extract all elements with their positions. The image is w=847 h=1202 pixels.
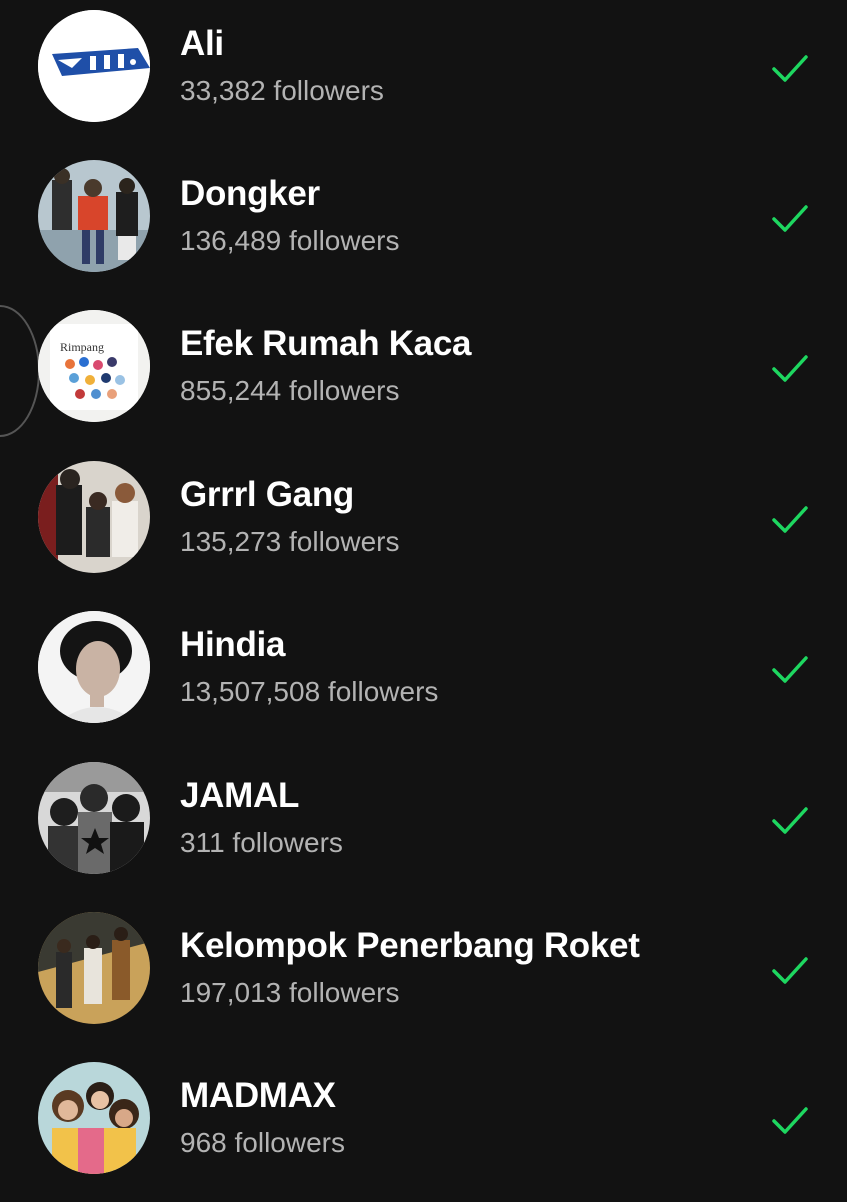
checkmark-icon[interactable] [770, 950, 810, 990]
follower-count: 855,244 followers [180, 375, 400, 406]
follower-count: 968 followers [180, 1127, 345, 1158]
follower-count: 311 followers [180, 827, 343, 858]
list-item-efek-rumah-kaca[interactable]: Rimpang Efek Rumah Kaca 855,244 follower… [0, 300, 847, 450]
avatar [38, 1062, 150, 1174]
list-item-madmax[interactable]: MADMAX 968 followers [0, 1052, 847, 1202]
artist-name: Efek Rumah Kaca [180, 324, 472, 363]
checkmark-icon[interactable] [770, 1100, 810, 1140]
avatar [38, 762, 150, 874]
artist-name: JAMAL [180, 776, 300, 815]
artist-name: Kelompok Penerbang Roket [180, 926, 640, 965]
list-item-dongker[interactable]: Dongker 136,489 followers [0, 150, 847, 300]
list-item-jamal[interactable]: JAMAL 311 followers [0, 752, 847, 902]
avatar [38, 10, 150, 122]
follower-count: 136,489 followers [180, 225, 400, 256]
list-item-hindia[interactable]: Hindia 13,507,508 followers [0, 601, 847, 751]
list-item-kelompok-penerbang-roket[interactable]: Kelompok Penerbang Roket 197,013 followe… [0, 902, 847, 1052]
follower-count: 197,013 followers [180, 977, 400, 1008]
checkmark-icon[interactable] [770, 198, 810, 238]
artist-name: Grrrl Gang [180, 475, 354, 514]
checkmark-icon[interactable] [770, 649, 810, 689]
follower-count: 135,273 followers [180, 526, 400, 557]
ali-logo [38, 10, 150, 122]
checkmark-icon[interactable] [770, 499, 810, 539]
album-cover-title: Rimpang [60, 340, 104, 354]
artist-name: Hindia [180, 625, 286, 664]
list-item-grrrl-gang[interactable]: Grrrl Gang 135,273 followers [0, 451, 847, 601]
avatar [38, 160, 150, 272]
avatar: Rimpang [38, 310, 150, 422]
following-list: Ali 33,382 followers Dongker 136,489 fol… [0, 0, 847, 1200]
avatar [38, 461, 150, 573]
checkmark-icon[interactable] [770, 348, 810, 388]
checkmark-icon[interactable] [770, 800, 810, 840]
avatar [38, 912, 150, 1024]
avatar [38, 611, 150, 723]
checkmark-icon[interactable] [770, 48, 810, 88]
artist-name: Ali [180, 24, 224, 63]
artist-name: Dongker [180, 174, 320, 213]
list-item-ali[interactable]: Ali 33,382 followers [0, 0, 847, 150]
follower-count: 13,507,508 followers [180, 676, 439, 707]
follower-count: 33,382 followers [180, 75, 384, 106]
artist-name: MADMAX [180, 1076, 336, 1115]
